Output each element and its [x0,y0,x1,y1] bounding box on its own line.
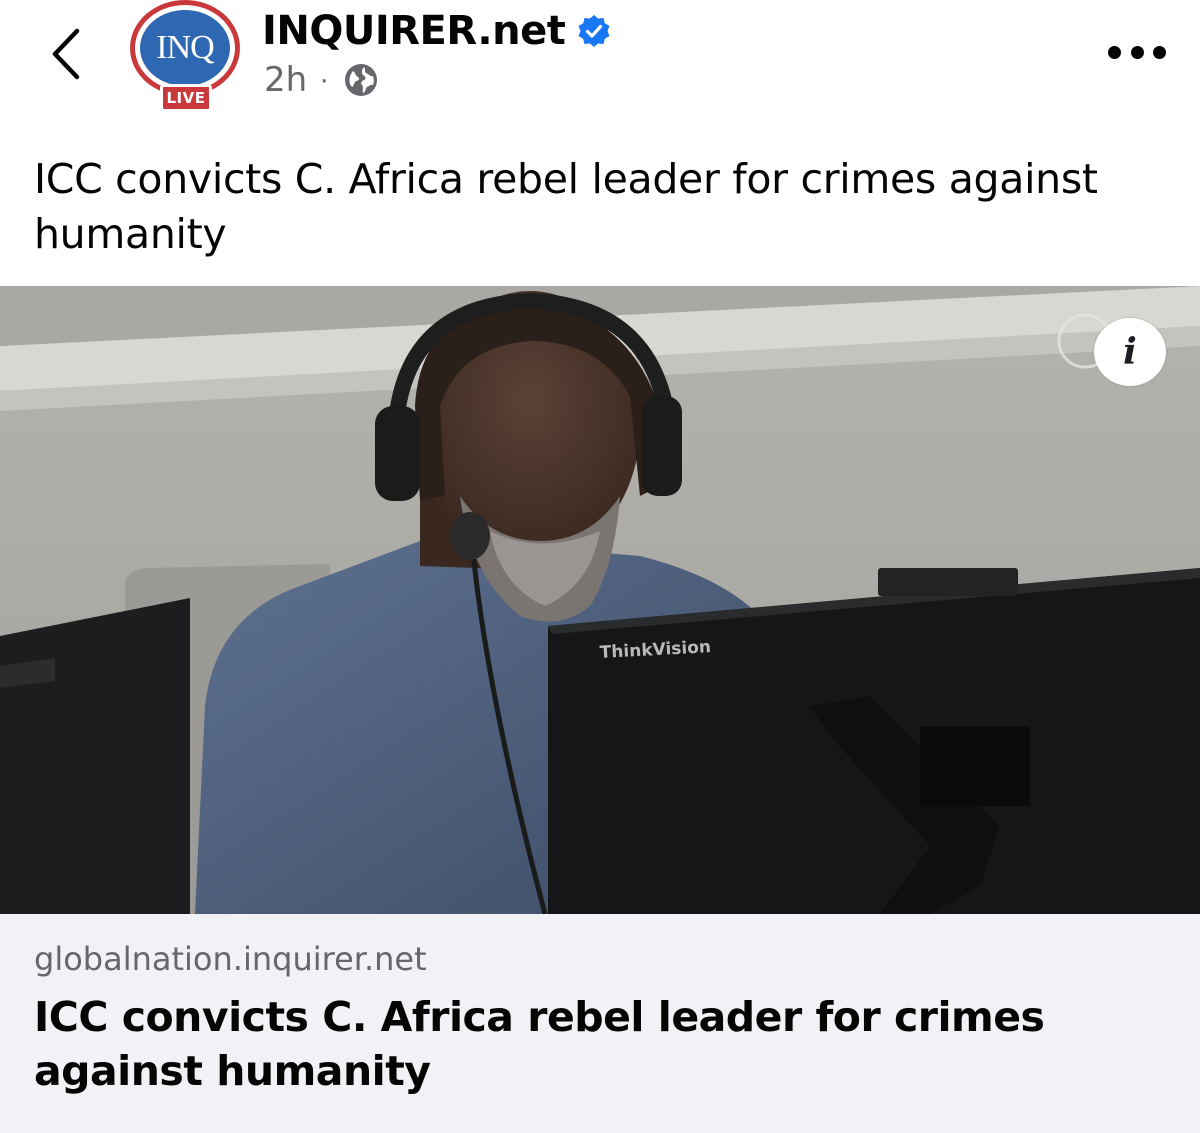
more-options-button[interactable] [1108,40,1166,64]
post-header: INQ LIVE INQUIRER.net 2h · [0,0,1200,130]
chevron-left-icon [52,28,80,80]
post-meta: 2h · [264,60,379,100]
post-timestamp[interactable]: 2h [264,60,307,100]
link-preview-card[interactable]: globalnation.inquirer.net ICC convicts C… [0,914,1200,1133]
info-icon[interactable]: i [1094,318,1166,386]
page-avatar[interactable]: INQ LIVE [130,0,242,112]
post-image[interactable]: ThinkVision [0,286,1200,914]
link-domain: globalnation.inquirer.net [34,940,427,978]
page-name-link[interactable]: INQUIRER.net [262,8,566,54]
avatar-logo-text: INQ [156,29,214,66]
meta-separator: · [319,63,330,96]
link-title: ICC convicts C. Africa rebel leader for … [34,993,1045,1095]
post-caption: ICC convicts C. Africa rebel leader for … [34,155,1098,258]
verified-badge-icon [578,15,610,47]
courtroom-photo: ThinkVision [0,286,1200,914]
back-button[interactable] [38,22,94,86]
globe-icon[interactable] [343,62,379,98]
live-badge: LIVE [160,84,212,112]
more-options-icon [1108,45,1121,59]
